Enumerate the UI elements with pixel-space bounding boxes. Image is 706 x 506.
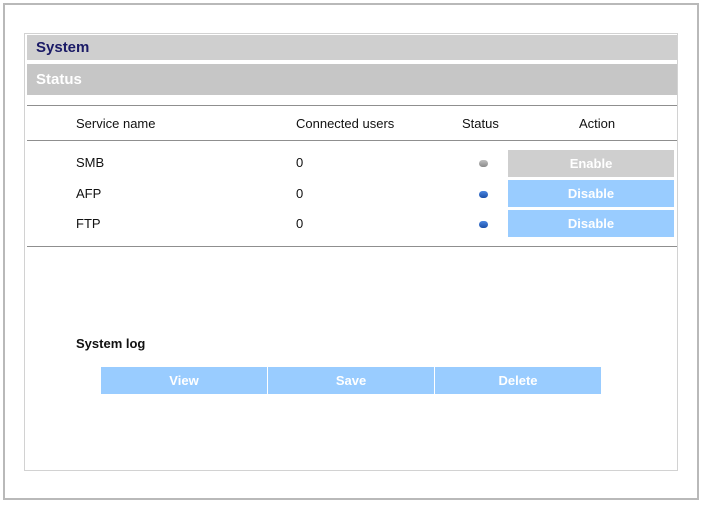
status-indicator-afp [479,191,488,198]
system-log-title: System log [76,336,146,351]
system-header: System [27,35,677,60]
status-indicator-ftp [479,221,488,228]
disable-afp-button[interactable]: Disable [508,180,674,207]
content-panel [24,33,678,471]
enable-smb-button[interactable]: Enable [508,150,674,177]
column-header-service-name: Service name [76,116,156,131]
status-section-header: Status [27,64,677,95]
disable-ftp-button[interactable]: Disable [508,210,674,237]
service-name-smb: SMB [76,155,105,170]
connected-users-smb: 0 [296,155,304,170]
column-header-connected-users: Connected users [296,116,395,131]
save-log-button[interactable]: Save [268,367,434,394]
service-name-afp: AFP [76,186,102,201]
connected-users-ftp: 0 [296,216,304,231]
column-header-status: Status [462,116,499,131]
column-header-action: Action [579,116,616,131]
view-log-button[interactable]: View [101,367,267,394]
service-name-ftp: FTP [76,216,101,231]
table-header-divider [27,140,677,141]
table-bottom-divider [27,246,677,247]
status-indicator-smb [479,160,488,167]
connected-users-afp: 0 [296,186,304,201]
delete-log-button[interactable]: Delete [435,367,601,394]
table-top-divider [27,105,677,106]
